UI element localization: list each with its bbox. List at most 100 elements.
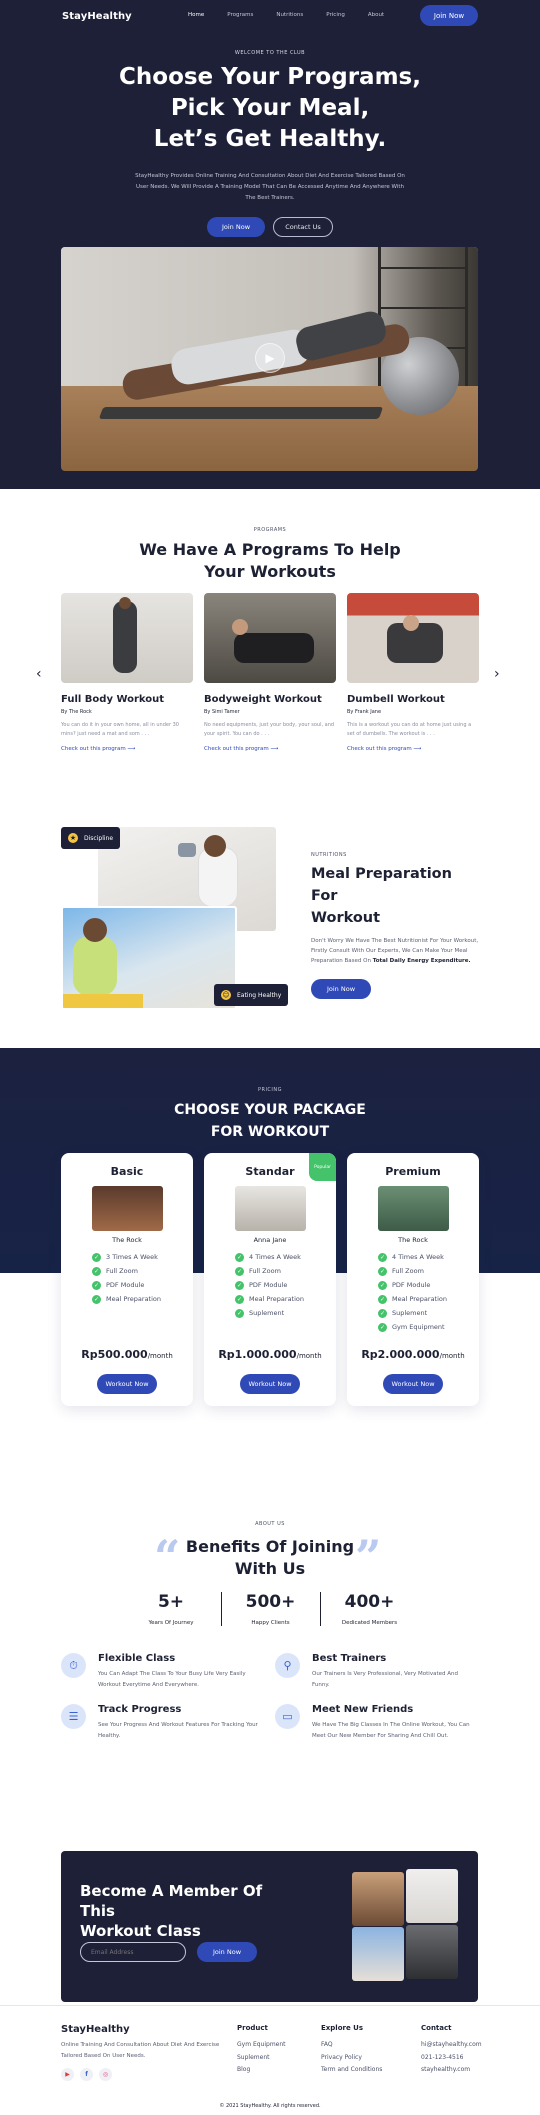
stat-label: Happy Clients [251, 1620, 290, 1626]
plan-features: ✓ 4 Times A Week ✓ Full Zoom ✓ PDF Module ✓… [378, 1250, 479, 1334]
pricing-kicker: PRICING [257, 1087, 283, 1093]
footer-column-explore: Explore Us FAQ Privacy Policy Term and C… [321, 2024, 382, 2077]
plan-feature: ✓ Gym Equipment [378, 1320, 479, 1334]
plan-feature-label: 4 Times A Week [249, 1253, 301, 1261]
footer-link[interactable]: Gym Equipment [237, 2039, 286, 2052]
pricing-title-line: CHOOSE YOUR PACKAGE [174, 1102, 366, 1118]
programs-title-line: Your Workouts [204, 562, 336, 581]
program-author: By Simi Tamer [204, 709, 240, 715]
stat-item: 400+ Dedicated Members [319, 1592, 419, 1626]
footer-link[interactable]: Suplement [237, 2052, 286, 2065]
program-link[interactable]: Check out this program ⟶ [61, 746, 193, 752]
member-title-line: Become A Member Of This [80, 1882, 263, 1920]
plan-feature-label: PDF Module [249, 1281, 288, 1289]
nutrition-join-button[interactable]: Join Now [311, 979, 371, 999]
footer-column-product: Product Gym Equipment Suplement Blog [237, 2024, 286, 2077]
yoga-mat-image [98, 407, 384, 419]
nutrition-image-eating [61, 906, 237, 1010]
nav-link-nutritions[interactable]: Nutritions [276, 12, 303, 18]
nav-join-button[interactable]: Join Now [420, 5, 478, 26]
stat-value: 5+ [157, 1592, 185, 1612]
footer-brand[interactable]: StayHealthy [61, 2024, 130, 2035]
stat-value: 500+ [245, 1592, 296, 1612]
nutrition-title-line: Meal Preparation For [311, 866, 452, 904]
nav-link-programs[interactable]: Programs [227, 12, 253, 18]
discipline-tag: ★ Discipline [61, 827, 121, 849]
facebook-icon[interactable]: f [80, 2068, 93, 2081]
chevron-right-icon[interactable]: › [494, 666, 500, 682]
contact-phone[interactable]: 021-123-4516 [421, 2052, 482, 2065]
workout-now-button[interactable]: Workout Now [383, 1374, 443, 1394]
contact-email[interactable]: hi@stayhealthy.com [421, 2039, 482, 2052]
nav-link-pricing[interactable]: Pricing [326, 12, 345, 18]
nav-link-about[interactable]: About [368, 12, 384, 18]
plan-price-period: /month [296, 1352, 322, 1360]
hero-join-button[interactable]: Join Now [207, 217, 265, 237]
copyright: © 2021 StayHealthy. All rights reserved. [219, 2103, 321, 2109]
plan-card-premium: Premium The Rock ✓ 4 Times A Week ✓ Full Z… [347, 1153, 479, 1406]
benefit-description: We Have The Big Classes In The Online Wo… [312, 1722, 470, 1739]
benefit-title: Best Trainers [312, 1653, 387, 1664]
check-icon: ✓ [378, 1280, 387, 1290]
plan-feature-label: PDF Module [106, 1281, 145, 1289]
hero-contact-button[interactable]: Contact Us [273, 217, 333, 237]
program-card[interactable]: Full Body Workout By The Rock You can do… [61, 593, 193, 752]
chevron-left-icon[interactable]: ‹ [36, 666, 42, 682]
check-icon: ✓ [92, 1266, 101, 1276]
stopwatch-icon: ⏱ [61, 1653, 86, 1678]
footer-column-title: Contact [421, 2024, 452, 2032]
program-link-label: Check out this program [61, 746, 126, 752]
hero-video[interactable]: ▶ [61, 247, 478, 471]
check-icon: ✓ [235, 1252, 244, 1262]
instagram-icon[interactable]: ◎ [99, 2068, 112, 2081]
plan-feature-label: Suplement [249, 1309, 285, 1317]
plan-feature-label: Gym Equipment [392, 1323, 445, 1331]
plan-feature-label: 4 Times A Week [392, 1253, 444, 1261]
play-icon[interactable]: ▶ [255, 343, 285, 373]
program-image [347, 593, 479, 683]
program-image [204, 593, 336, 683]
plan-feature: ✓ PDF Module [378, 1278, 479, 1292]
program-image [61, 593, 193, 683]
nutrition-description: Don't Worry We Have The Best Nutritionis… [311, 936, 481, 966]
nav-link-home[interactable]: Home [188, 12, 204, 18]
plan-features: ✓ 3 Times A Week ✓ Full Zoom ✓ PDF Module ✓… [92, 1250, 193, 1306]
member-join-button[interactable]: Join Now [197, 1942, 257, 1962]
program-author: By The Rock [61, 709, 92, 715]
workout-now-button[interactable]: Workout Now [97, 1374, 157, 1394]
plan-feature: ✓ Full Zoom [92, 1264, 193, 1278]
footer-link[interactable]: Privacy Policy [321, 2052, 382, 2065]
workout-now-button[interactable]: Workout Now [240, 1374, 300, 1394]
member-photo [352, 1927, 404, 1981]
check-icon: ✓ [235, 1280, 244, 1290]
hero-kicker: WELCOME TO THE CLUB [234, 50, 306, 56]
stat-value: 400+ [344, 1592, 395, 1612]
eating-healthy-label: Eating Healthy [237, 991, 282, 999]
plan-feature-label: Full Zoom [106, 1267, 138, 1275]
plan-card-basic: Basic The Rock ✓ 3 Times A Week ✓ Full Zoo… [61, 1153, 193, 1406]
about-title-line: Benefits Of Joining [185, 1537, 355, 1556]
member-photo [352, 1872, 404, 1926]
check-icon: ✓ [235, 1294, 244, 1304]
brand-logo[interactable]: StayHealthy [62, 11, 132, 22]
programs-section: PROGRAMS We Have A Programs To Help Your… [0, 489, 540, 824]
footer-column-title: Product [237, 2024, 268, 2032]
member-section: Become A Member Of This Workout Class Jo… [0, 1785, 540, 2005]
plan-feature: ✓ 3 Times A Week [92, 1250, 193, 1264]
hero-title-line: Choose Your Programs, [119, 64, 421, 90]
program-card[interactable]: Bodyweight Workout By Simi Tamer No need… [204, 593, 336, 752]
stat-item: 5+ Years Of Journey [122, 1592, 221, 1626]
coach-name: The Rock [112, 1236, 142, 1244]
youtube-icon[interactable]: ▶ [61, 2068, 74, 2081]
benefit-title: Flexible Class [98, 1653, 176, 1664]
programs-title: We Have A Programs To Help Your Workouts [0, 539, 540, 583]
program-link[interactable]: Check out this program ⟶ [347, 746, 479, 752]
program-card[interactable]: Dumbell Workout By Frank Jane This is a … [347, 593, 479, 752]
footer-link[interactable]: FAQ [321, 2039, 382, 2052]
email-input[interactable] [80, 1942, 186, 1962]
nutrition-kicker: NUTRITIONS [311, 852, 347, 858]
footer-column-contact: Contact hi@stayhealthy.com 021-123-4516 … [421, 2024, 482, 2077]
program-link[interactable]: Check out this program ⟶ [204, 746, 336, 752]
plan-feature: ✓ 4 Times A Week [378, 1250, 479, 1264]
plan-price-value: Rp500.000 [81, 1348, 148, 1361]
